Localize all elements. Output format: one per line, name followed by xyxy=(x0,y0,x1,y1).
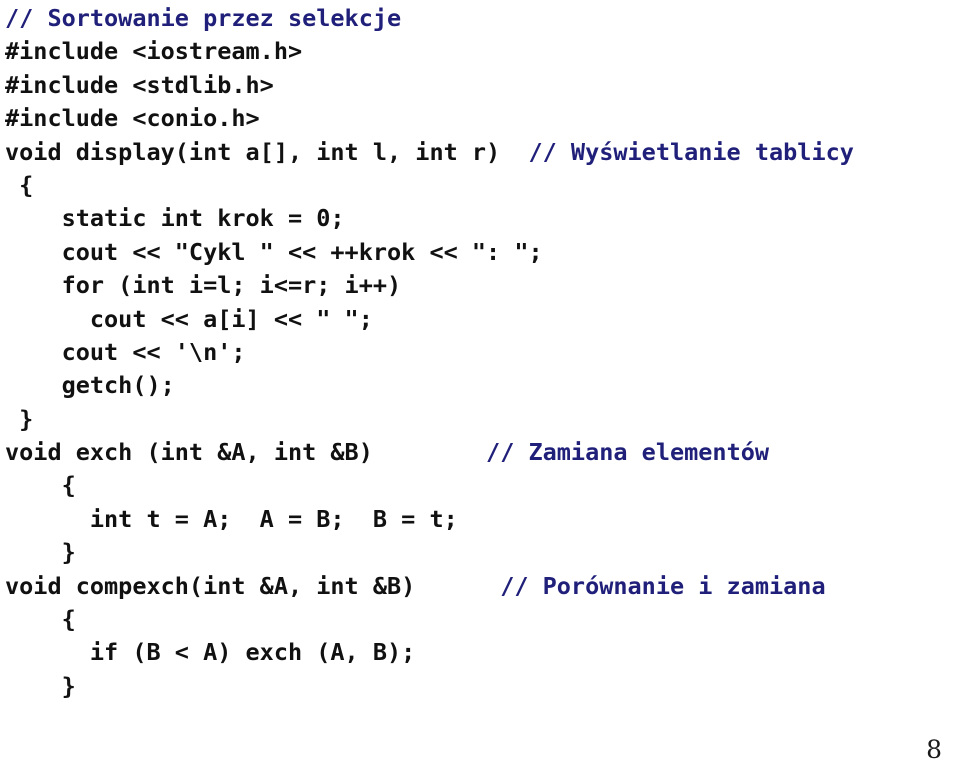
code-listing: // Sortowanie przez selekcje #include <io… xyxy=(5,2,955,703)
code-line: { xyxy=(5,603,955,636)
code-line: { xyxy=(5,169,955,202)
code-line: void exch (int &A, int &B) // Zamiana el… xyxy=(5,436,955,469)
code-line-text: { xyxy=(5,605,76,634)
code-line: #include <conio.h> xyxy=(5,102,955,135)
code-line: int t = A; A = B; B = t; xyxy=(5,503,955,536)
code-line-text: for (int i=l; i<=r; i++) xyxy=(5,271,402,300)
code-line: #include <stdlib.h> xyxy=(5,69,955,102)
code-line: void compexch(int &A, int &B) // Porówna… xyxy=(5,570,955,603)
code-line-text: cout << '\n'; xyxy=(5,337,246,366)
code-line: #include <iostream.h> xyxy=(5,35,955,68)
code-line-text: } xyxy=(5,671,76,700)
code-line-text: #include <iostream.h> xyxy=(5,37,303,66)
code-line-text: cout << "Cykl " << ++krok << ": "; xyxy=(5,237,543,266)
code-line-text: cout << a[i] << " "; xyxy=(5,304,373,333)
code-line-text: } xyxy=(5,404,34,433)
code-comment: // Wyświetlanie tablicy xyxy=(528,137,854,166)
code-line: { xyxy=(5,469,955,502)
code-line-text: #include <conio.h> xyxy=(5,104,260,133)
code-line: cout << '\n'; xyxy=(5,336,955,369)
code-line: for (int i=l; i<=r; i++) xyxy=(5,269,955,302)
code-comment: // Sortowanie przez selekcje xyxy=(5,4,402,32)
slide-canvas: // Sortowanie przez selekcje #include <io… xyxy=(0,0,960,772)
code-line-text: { xyxy=(5,471,76,500)
code-line: cout << a[i] << " "; xyxy=(5,303,955,336)
code-line-text: #include <stdlib.h> xyxy=(5,70,274,99)
code-line-text: void display(int a[], int l, int r) xyxy=(5,137,529,166)
code-line: static int krok = 0; xyxy=(5,202,955,235)
code-line: if (B < A) exch (A, B); xyxy=(5,636,955,669)
code-comment: // Porównanie i zamiana xyxy=(500,571,826,600)
code-line-text: int t = A; A = B; B = t; xyxy=(5,504,458,533)
code-line: // Sortowanie przez selekcje xyxy=(5,2,955,35)
code-line-text: void exch (int &A, int &B) xyxy=(5,438,487,467)
code-line: } xyxy=(5,536,955,569)
code-line: } xyxy=(5,403,955,436)
code-line-text: static int krok = 0; xyxy=(5,204,345,233)
code-line-text: } xyxy=(5,538,76,567)
code-line: void display(int a[], int l, int r) // W… xyxy=(5,136,955,169)
code-line: } xyxy=(5,670,955,703)
page-number: 8 xyxy=(926,735,942,764)
code-comment: // Zamiana elementów xyxy=(486,438,770,467)
code-line: cout << "Cykl " << ++krok << ": "; xyxy=(5,236,955,269)
code-line-text: void compexch(int &A, int &B) xyxy=(5,571,501,600)
code-line: getch(); xyxy=(5,369,955,402)
code-line-text: { xyxy=(5,170,34,199)
code-line-text: getch(); xyxy=(5,371,175,400)
code-line-text: if (B < A) exch (A, B); xyxy=(5,638,416,667)
